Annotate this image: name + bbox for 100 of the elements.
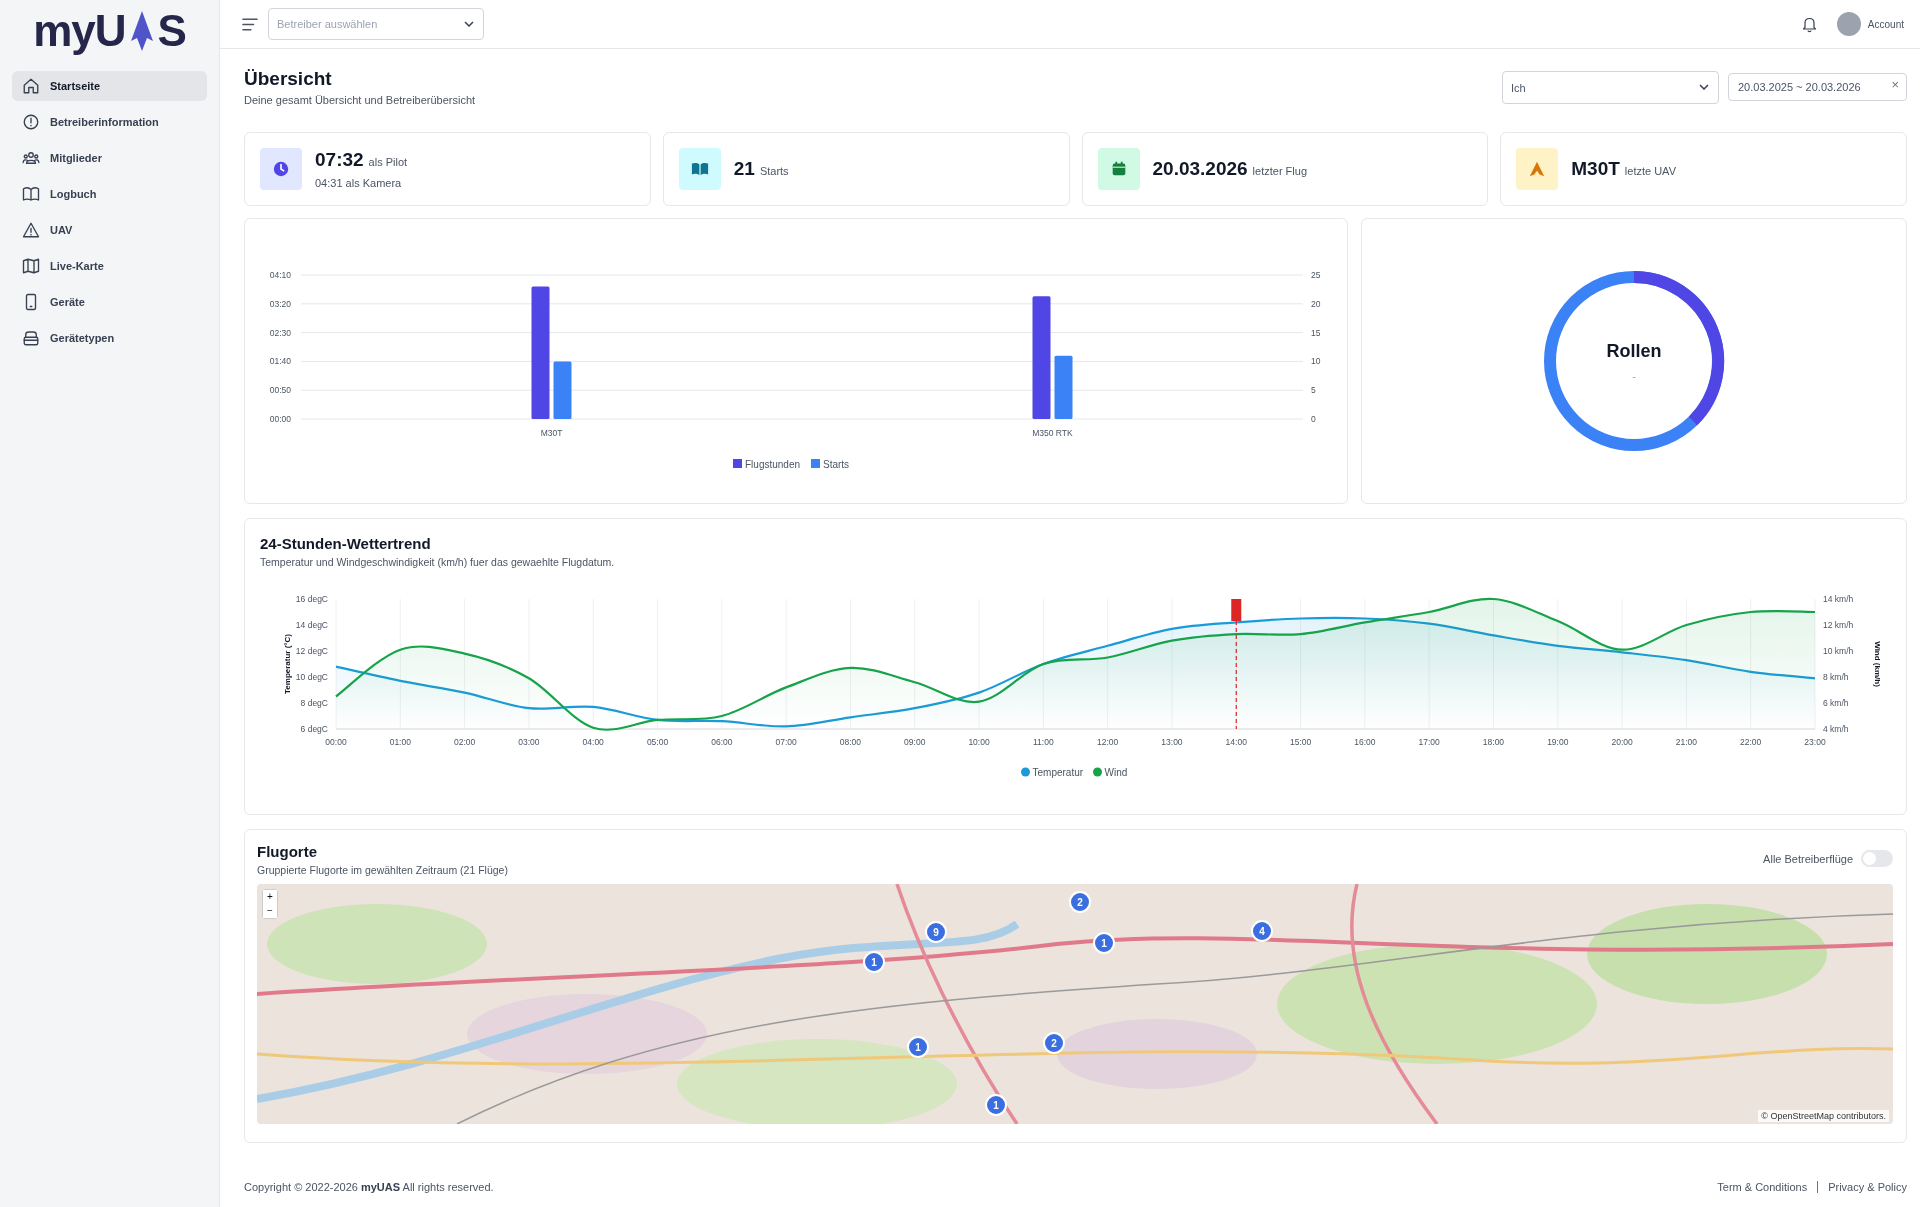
axis-label: 03:20: [269, 298, 291, 309]
stat-label: letzter Flug: [1252, 165, 1307, 177]
axis-label: 11:00: [1033, 737, 1054, 747]
stat-label: letzte UAV: [1624, 165, 1676, 177]
stat-value: 21: [733, 158, 755, 180]
stat-value: M30T: [1571, 158, 1620, 180]
axis-label: 21:00: [1675, 737, 1698, 747]
axis-label: 10:00: [968, 737, 990, 747]
clear-button[interactable]: ×: [1891, 78, 1899, 92]
stat-label: Starts: [759, 165, 789, 177]
section-subtitle: Temperatur und Windgeschwindigkeit (km/h) fuer das gewaehlte Flugdatum.: [260, 556, 616, 568]
axis-label: 02:30: [269, 327, 291, 338]
axis-label: 22:00: [1740, 737, 1762, 747]
bar: [553, 361, 572, 419]
stat-value: 20.03.2026: [1152, 158, 1248, 180]
axis-label: 02:00: [453, 737, 476, 747]
axis-title: Temperatur (°C): [283, 634, 292, 694]
book-icon: [22, 185, 40, 203]
legend-label: Flugstunden: [745, 458, 801, 470]
axis-label: 10: [1311, 356, 1321, 367]
axis-label: 14:00: [1225, 737, 1247, 747]
axis-label: 18:00: [1482, 737, 1505, 747]
sidebar-item[interactable]: Logbuch: [12, 179, 207, 209]
toggle-label: Alle Betreiberflüge: [1763, 852, 1853, 865]
axis-label: 06:00: [711, 737, 733, 747]
axis-label: 00:00: [325, 737, 347, 747]
footer-link[interactable]: Term & Conditions: [1717, 1181, 1808, 1193]
page-title: Übersicht: [244, 67, 333, 91]
axis-title: Wind (km/h): [1873, 641, 1882, 687]
axis-label: 01:00: [389, 737, 411, 747]
stat-label: als Pilot: [368, 156, 408, 168]
legend-label: Temperatur: [1032, 767, 1084, 778]
axis-label: 04:10: [269, 270, 291, 280]
axis-label: 8 degC: [300, 698, 328, 708]
box-icon: [22, 329, 40, 347]
sidebar-item[interactable]: Betreiberinformation: [12, 107, 207, 137]
axis-label: 25: [1311, 270, 1321, 280]
clock-icon: [272, 160, 290, 178]
axis-label: 23:00: [1804, 737, 1826, 747]
warning-icon: [22, 221, 40, 239]
donut-title: Rollen: [1606, 340, 1662, 362]
footer-link[interactable]: Privacy & Policy: [1828, 1181, 1907, 1193]
stat-sub: 04:31 als Kamera: [315, 177, 403, 189]
legend-item[interactable]: Starts: [811, 458, 850, 470]
sidebar-item[interactable]: UAV: [12, 215, 207, 245]
logo-text: S: [157, 9, 186, 53]
axis-label: 04:00: [582, 737, 604, 747]
legend-label: Starts: [823, 458, 850, 470]
map-attribution: © OpenStreetMap contributors.: [1758, 1110, 1889, 1122]
axis-label: 09:00: [904, 737, 926, 747]
legend-item[interactable]: Wind: [1093, 767, 1128, 778]
sidebar-item[interactable]: Mitglieder: [12, 143, 207, 173]
legend-label: Wind: [1104, 767, 1128, 778]
axis-label: 12:00: [1097, 737, 1119, 747]
axis-label: 12 km/h: [1823, 620, 1854, 630]
sidebar-item[interactable]: Geräte: [12, 287, 207, 317]
axis-label: 10 degC: [295, 672, 328, 682]
sidebar-item[interactable]: Gerätetypen: [12, 323, 207, 353]
axis-label: 00:50: [269, 385, 291, 396]
account-label[interactable]: Account: [1867, 18, 1904, 30]
person-select[interactable]: Ich: [1502, 71, 1719, 104]
axis-label: M350 RTK: [1032, 428, 1073, 438]
axis-label: 14 degC: [295, 620, 328, 630]
section-title: 24-Stunden-Wettertrend: [260, 535, 432, 552]
axis-label: 16 degC: [295, 594, 328, 604]
axis-label: 14 km/h: [1823, 594, 1854, 604]
axis-label: 8 km/h: [1823, 672, 1849, 682]
sidebar-item[interactable]: Startseite: [12, 71, 207, 101]
axis-label: 15: [1311, 327, 1321, 338]
axis-label: 03:00: [518, 737, 540, 747]
donut-subtitle: -: [1632, 369, 1636, 382]
axis-label: 10 km/h: [1823, 646, 1854, 656]
operator-select[interactable]: Betreiber auswählen: [268, 8, 484, 40]
bell-icon[interactable]: [1801, 15, 1817, 33]
chevron-icon: [464, 21, 474, 27]
menu-icon[interactable]: [242, 17, 258, 31]
axis-label: 19:00: [1547, 737, 1569, 747]
warning-icon: [1528, 160, 1547, 178]
info-icon: [22, 113, 40, 131]
axis-label: 00:00: [269, 414, 291, 424]
axis-label: 4 km/h: [1823, 724, 1849, 734]
axis-label: 05:00: [646, 737, 669, 747]
logo-text: myU: [33, 9, 126, 53]
legend-item[interactable]: Flugstunden: [733, 458, 801, 470]
map-icon: [22, 257, 40, 275]
axis-label: 01:40: [269, 356, 291, 367]
axis-label: 6 degC: [300, 724, 328, 734]
sidebar-item[interactable]: Live-Karte: [12, 251, 207, 281]
page-subtitle: Deine gesamt Übersicht und Betreiberübersicht: [244, 94, 476, 106]
toggle-switch[interactable]: [1861, 850, 1893, 867]
legend-item[interactable]: Temperatur: [1021, 767, 1084, 778]
axis-label: 20: [1311, 298, 1321, 309]
section-title: Flugorte: [257, 843, 318, 860]
axis-label: M30T: [540, 428, 563, 438]
axis-label: 07:00: [775, 737, 797, 747]
book-icon: [690, 160, 709, 178]
axis-label: 13:00: [1161, 737, 1183, 747]
flag-icon: [1231, 599, 1242, 621]
axis-label: 16:00: [1354, 737, 1376, 747]
axis-label: 12 degC: [295, 646, 328, 656]
